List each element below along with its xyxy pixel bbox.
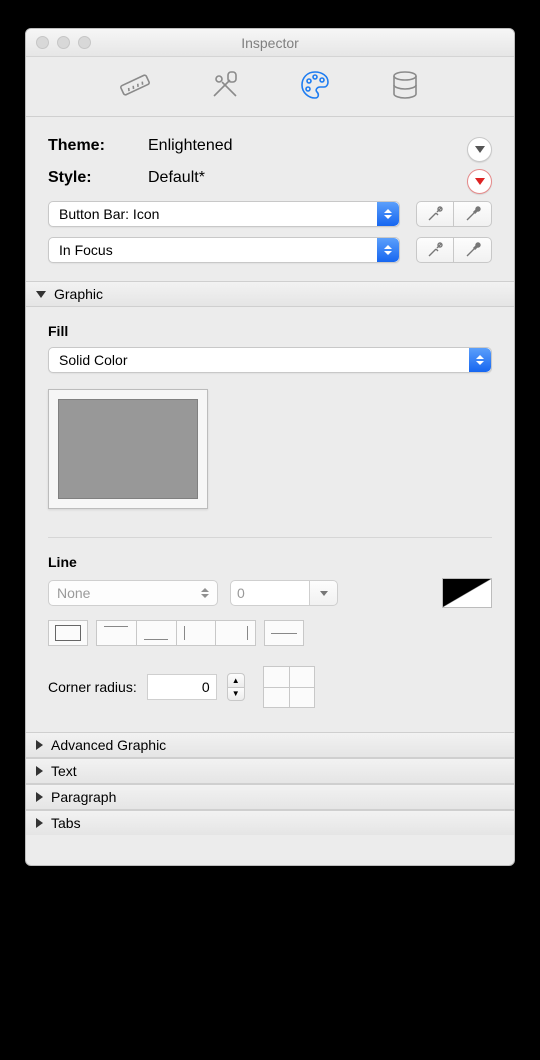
close-icon[interactable] — [36, 36, 49, 49]
border-right-button[interactable] — [216, 621, 255, 645]
zoom-icon[interactable] — [78, 36, 91, 49]
chevron-down-icon — [475, 146, 485, 153]
border-sides-group — [96, 620, 256, 646]
disclosure-closed-icon — [36, 792, 43, 802]
popup-arrows-icon — [469, 348, 491, 372]
separator — [48, 537, 492, 538]
style-value: Default* — [148, 169, 205, 187]
section-paragraph-title: Paragraph — [51, 789, 116, 805]
section-paragraph-header[interactable]: Paragraph — [26, 784, 514, 810]
apply-eyedropper-button-2[interactable] — [454, 237, 492, 263]
border-all-button[interactable] — [48, 620, 88, 646]
line-width-drop[interactable] — [310, 580, 338, 606]
fill-type-popup[interactable]: Solid Color — [48, 347, 492, 373]
line-color-well[interactable] — [442, 578, 492, 608]
corner-radius-label: Corner radius: — [48, 679, 137, 695]
inspector-window: Inspector Theme: Enlightened Style: Defa… — [25, 28, 515, 866]
popup-arrows-icon — [377, 202, 399, 226]
state-popup[interactable]: In Focus — [48, 237, 400, 263]
line-style-popup[interactable]: None — [48, 580, 218, 606]
disclosure-open-icon — [36, 291, 46, 298]
corner-radius-input[interactable] — [147, 674, 217, 700]
eyedropper-button-2[interactable] — [416, 237, 454, 263]
eyedropper-icon — [426, 205, 444, 223]
style-label: Style: — [48, 169, 148, 187]
theme-style-panel: Theme: Enlightened Style: Default* Butto… — [26, 117, 514, 281]
stepper-down-button[interactable]: ▼ — [227, 687, 245, 701]
traffic-lights — [36, 36, 91, 49]
state-popup-label: In Focus — [59, 242, 113, 258]
popup-arrows-icon — [201, 588, 209, 598]
apply-eyedropper-button[interactable] — [454, 201, 492, 227]
eyedropper-button[interactable] — [416, 201, 454, 227]
line-style-popup-label: None — [57, 585, 90, 601]
stepper-up-button[interactable]: ▲ — [227, 673, 245, 687]
popup-arrows-icon — [377, 238, 399, 262]
section-advanced-graphic-title: Advanced Graphic — [51, 737, 166, 753]
line-label: Line — [48, 554, 492, 570]
border-left-button[interactable] — [177, 621, 217, 645]
section-graphic-body: Fill Solid Color Line None — [26, 307, 514, 732]
fill-color-swatch — [58, 399, 198, 499]
ruler-icon[interactable] — [118, 68, 152, 105]
line-width-input[interactable] — [230, 580, 310, 606]
fill-type-popup-label: Solid Color — [59, 352, 127, 368]
window-title: Inspector — [26, 35, 514, 51]
style-part-popup[interactable]: Button Bar: Icon — [48, 201, 400, 227]
eyedropper-fill-icon — [464, 205, 482, 223]
minimize-icon[interactable] — [57, 36, 70, 49]
chevron-down-icon — [320, 591, 328, 596]
palette-icon[interactable] — [298, 68, 332, 105]
eyedropper-icon — [426, 241, 444, 259]
section-tabs-header[interactable]: Tabs — [26, 810, 514, 835]
disclosure-closed-icon — [36, 740, 43, 750]
section-advanced-graphic-header[interactable]: Advanced Graphic — [26, 732, 514, 758]
section-text-header[interactable]: Text — [26, 758, 514, 784]
database-icon[interactable] — [388, 68, 422, 105]
section-graphic-title: Graphic — [54, 286, 103, 302]
corner-radius-stepper: ▲ ▼ — [227, 673, 245, 701]
disclosure-closed-icon — [36, 766, 43, 776]
style-part-popup-label: Button Bar: Icon — [59, 206, 159, 222]
section-tabs-title: Tabs — [51, 815, 81, 831]
style-menu-button[interactable] — [467, 169, 492, 194]
border-bottom-button[interactable] — [137, 621, 177, 645]
fill-label: Fill — [48, 323, 492, 339]
inspector-toolbar — [26, 57, 514, 117]
fill-color-well[interactable] — [48, 389, 208, 509]
eyedropper-fill-icon — [464, 241, 482, 259]
tools-icon[interactable] — [208, 68, 242, 105]
border-top-button[interactable] — [97, 621, 137, 645]
corner-preview[interactable] — [263, 666, 315, 708]
titlebar: Inspector — [26, 29, 514, 57]
theme-menu-button[interactable] — [467, 137, 492, 162]
section-text-title: Text — [51, 763, 77, 779]
line-width-combo[interactable] — [230, 580, 338, 606]
border-baseline-button[interactable] — [264, 620, 304, 646]
chevron-down-icon — [475, 178, 485, 185]
theme-value: Enlightened — [148, 137, 233, 155]
section-graphic-header[interactable]: Graphic — [26, 281, 514, 307]
theme-label: Theme: — [48, 137, 148, 155]
disclosure-closed-icon — [36, 818, 43, 828]
